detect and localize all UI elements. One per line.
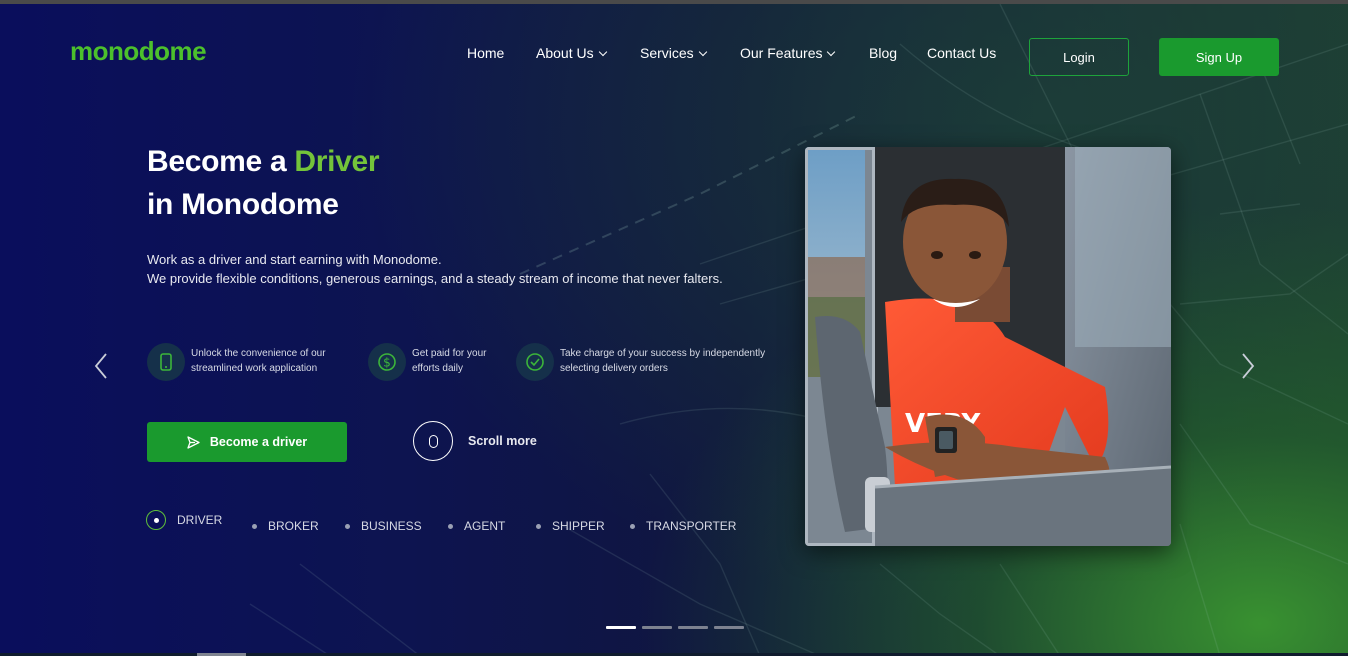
role-tab-shipper-label: SHIPPER: [552, 519, 605, 533]
role-tab-driver-label: DRIVER: [177, 513, 223, 527]
hero-description-line1: Work as a driver and start earning with …: [147, 252, 442, 267]
role-tab-transporter[interactable]: TRANSPORTER: [630, 519, 736, 533]
chevron-down-icon: [827, 47, 836, 57]
driver-photo: VERY: [805, 147, 1171, 546]
feature-app-text: Unlock the convenience of our streamline…: [191, 346, 326, 376]
slider-prev-button[interactable]: [94, 352, 108, 380]
hero-description: Work as a driver and start earning with …: [147, 251, 747, 288]
chevron-left-icon: [94, 353, 107, 379]
nav-home-label: Home: [467, 45, 505, 61]
hero-title-line2: in Monodome: [147, 188, 339, 221]
slide-indicator-1[interactable]: [606, 626, 636, 629]
hero-title-accent: Driver: [294, 145, 380, 178]
role-tab-agent[interactable]: AGENT: [448, 519, 505, 533]
slide-indicator-3[interactable]: [678, 626, 708, 629]
nav-about-us[interactable]: About Us: [536, 45, 607, 61]
feature-paid-daily-line2: efforts daily: [412, 363, 463, 374]
role-tab-transporter-label: TRANSPORTER: [646, 519, 737, 533]
send-icon: [187, 435, 200, 449]
hero-description-line2: We provide flexible conditions, generous…: [147, 270, 723, 286]
nav-contact-us-label: Contact Us: [927, 45, 997, 61]
role-tab-broker[interactable]: BROKER: [252, 519, 319, 533]
nav-blog[interactable]: Blog: [869, 45, 897, 61]
chevron-down-icon: [698, 47, 707, 57]
hero-title-line1: Become a Driver: [147, 140, 380, 183]
role-tab-driver[interactable]: DRIVER: [146, 510, 223, 530]
nav-about-us-label: About Us: [536, 45, 594, 61]
phone-icon: [147, 343, 185, 381]
window-top-border: [0, 0, 1348, 4]
svg-text:$: $: [383, 356, 391, 370]
slide-indicator-4[interactable]: [714, 626, 744, 629]
feature-select-orders-line1: Take charge of your success by independe…: [560, 348, 766, 359]
check-circle-icon: [516, 343, 554, 381]
nav-our-features-label: Our Features: [740, 45, 823, 61]
role-tab-shipper[interactable]: SHIPPER: [536, 519, 605, 533]
nav-services-label: Services: [640, 45, 694, 61]
bullet-icon: [345, 523, 350, 529]
scroll-more-label: Scroll more: [468, 434, 537, 448]
dollar-icon: $: [368, 343, 406, 381]
feature-select-orders-text: Take charge of your success by independe…: [560, 346, 765, 376]
scroll-more-button[interactable]: Scroll more: [413, 421, 537, 461]
slider-next-button[interactable]: [1241, 352, 1255, 380]
feature-app-line1: Unlock the convenience of our: [191, 348, 326, 359]
feature-app-line2: streamlined work application: [191, 363, 318, 374]
login-button[interactable]: Login: [1029, 38, 1129, 76]
chevron-down-icon: [598, 47, 607, 57]
bullet-icon: [252, 523, 257, 529]
nav-home[interactable]: Home: [467, 45, 504, 61]
signup-button[interactable]: Sign Up: [1159, 38, 1279, 76]
feature-select-orders: Take charge of your success by independe…: [516, 343, 765, 381]
become-driver-button[interactable]: Become a driver: [147, 422, 347, 462]
monodome-logo[interactable]: monodome: [70, 36, 207, 67]
feature-paid-daily-text: Get paid for your efforts daily: [412, 346, 486, 376]
hero-section: monodome Home About Us Services Our Feat…: [0, 4, 1348, 656]
role-tab-broker-label: BROKER: [268, 519, 319, 533]
nav-our-features[interactable]: Our Features: [740, 45, 836, 61]
slide-indicator-2[interactable]: [642, 626, 672, 629]
feature-select-orders-line2: selecting delivery orders: [560, 363, 668, 374]
hero-title-prefix: Become a: [147, 145, 295, 178]
become-driver-label: Become a driver: [209, 435, 308, 449]
hero-title: Become a Driver in Monodome: [147, 140, 380, 226]
bullet-icon: [448, 523, 453, 529]
bullet-icon: [630, 523, 635, 529]
nav-services[interactable]: Services: [640, 45, 707, 61]
nav-blog-label: Blog: [869, 45, 898, 61]
nav-contact-us[interactable]: Contact Us: [927, 45, 996, 61]
role-tab-agent-label: AGENT: [464, 519, 506, 533]
bullet-icon: [536, 523, 541, 529]
chevron-right-icon: [1242, 353, 1255, 379]
role-tab-business[interactable]: BUSINESS: [345, 519, 422, 533]
feature-paid-daily: $ Get paid for your efforts daily: [368, 343, 486, 381]
role-tab-business-label: BUSINESS: [361, 519, 422, 533]
mouse-icon: [413, 421, 453, 461]
feature-paid-daily-line1: Get paid for your: [412, 348, 487, 359]
feature-app: Unlock the convenience of our streamline…: [147, 343, 326, 381]
active-indicator-icon: [146, 510, 166, 530]
